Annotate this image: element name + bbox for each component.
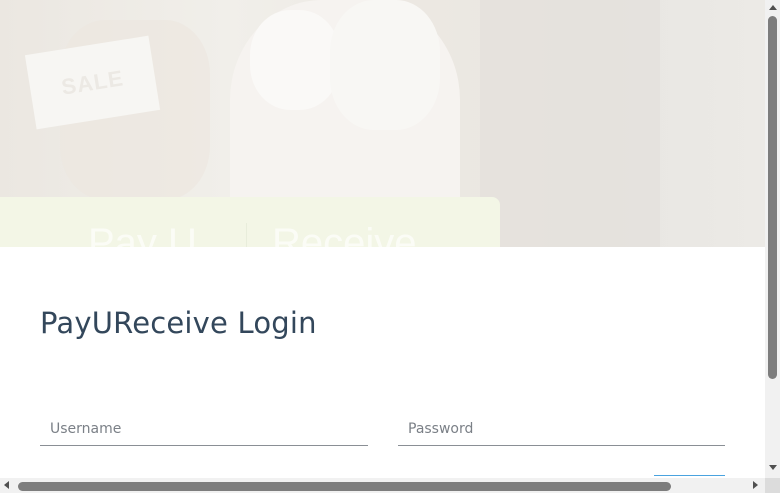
username-input[interactable] (40, 413, 368, 446)
hero-sign-text: SALE (59, 64, 126, 100)
login-title: PayUReceive Login (40, 306, 317, 340)
password-input[interactable] (398, 413, 725, 446)
vertical-scroll-thumb[interactable] (768, 16, 777, 379)
brand-logo-right: Receive (272, 221, 417, 247)
scrollbar-corner (765, 478, 780, 493)
brand-divider (246, 223, 247, 247)
page-viewport: SALE Pay U Receive PayUReceive Login (0, 0, 765, 478)
brand-logo-left: Pay U (88, 221, 197, 247)
horizontal-scroll-thumb[interactable] (18, 482, 671, 491)
hero-background-shape (480, 0, 660, 247)
hero-person-shape (330, 0, 440, 130)
vertical-scrollbar[interactable] (765, 0, 780, 478)
hero-person-shape (250, 10, 340, 110)
arrow-up-icon[interactable] (769, 5, 777, 10)
arrow-down-icon[interactable] (769, 465, 777, 470)
arrow-left-icon[interactable] (4, 481, 9, 489)
hero-banner-image: SALE Pay U Receive (0, 0, 765, 247)
horizontal-scrollbar[interactable] (0, 478, 765, 493)
brand-logo-panel: Pay U Receive (0, 197, 500, 247)
arrow-right-icon[interactable] (753, 481, 758, 489)
